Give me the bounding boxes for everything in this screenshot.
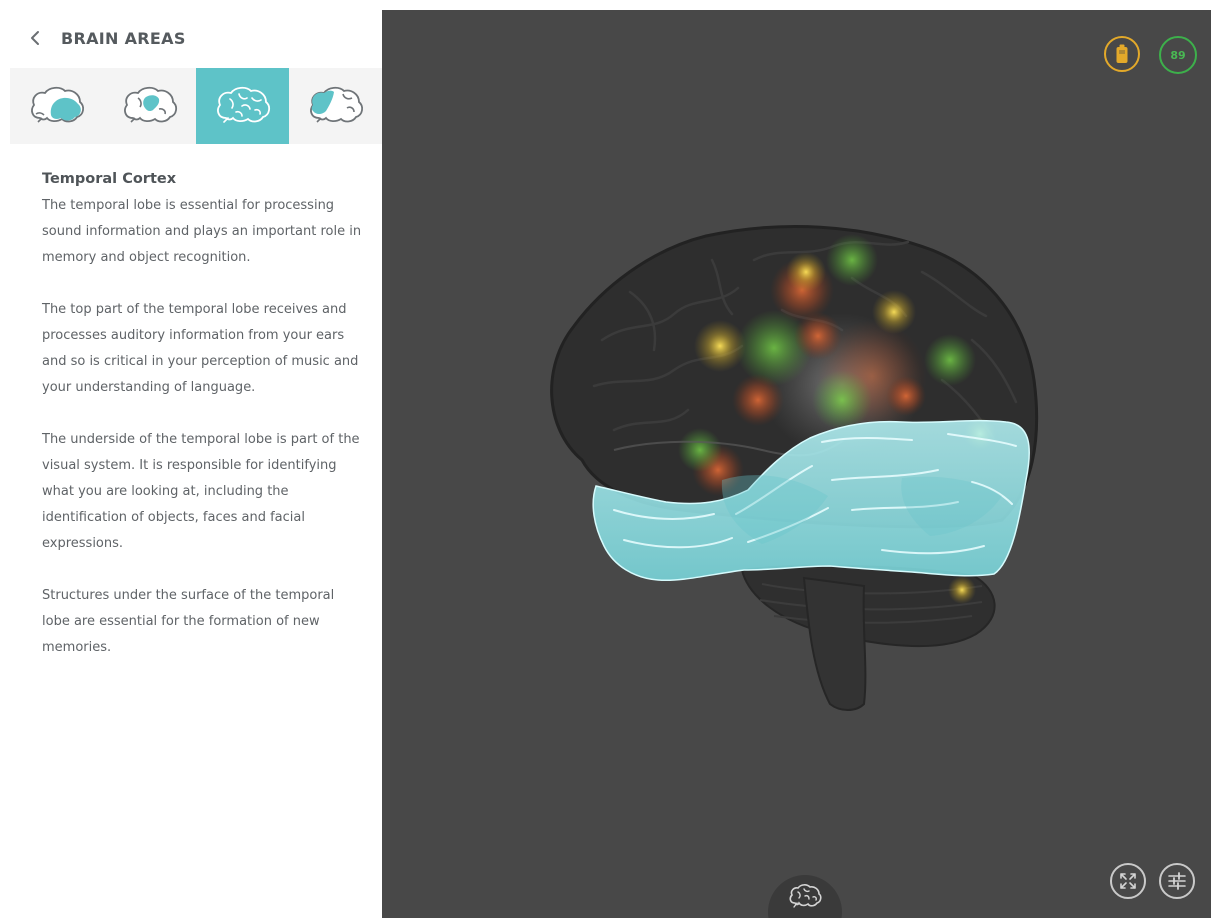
activity-spot [826, 234, 878, 286]
battery-status-button[interactable] [1104, 36, 1140, 72]
activity-spot [948, 576, 976, 604]
activity-spot [886, 376, 926, 416]
panel-header: BRAIN AREAS [0, 0, 382, 68]
tab-frontal-region[interactable] [289, 68, 382, 144]
description-paragraph: The temporal lobe is essential for proce… [42, 198, 362, 265]
activity-spot [812, 370, 872, 430]
brain-parietal-region-icon [123, 86, 177, 123]
chevron-left-icon [31, 31, 39, 45]
activity-spot [924, 334, 976, 386]
description-paragraph: The underside of the temporal lobe is pa… [42, 432, 360, 551]
tab-whole-brain[interactable] [196, 68, 289, 144]
tab-temporal-region[interactable] [10, 68, 103, 144]
sliders-icon [1168, 872, 1186, 890]
activity-spot [678, 428, 722, 472]
fullscreen-button[interactable] [1110, 863, 1146, 899]
back-button[interactable] [26, 27, 46, 49]
view-settings-button[interactable] [1159, 863, 1195, 899]
activity-spot [786, 252, 826, 292]
page-title: BRAIN AREAS [61, 29, 186, 48]
brain-region-tabs [10, 68, 382, 144]
brain-3d-viewer[interactable]: 89 [382, 10, 1211, 918]
brain-frontal-region-icon [309, 86, 363, 123]
activity-spot [872, 290, 916, 334]
activity-spot [794, 312, 842, 360]
activity-spot [732, 374, 784, 426]
description-paragraph: The top part of the temporal lobe receiv… [42, 302, 359, 395]
description-paragraph: Structures under the surface of the temp… [42, 588, 335, 655]
tab-parietal-region[interactable] [103, 68, 196, 144]
brain-outline-icon [216, 86, 270, 123]
area-description: Temporal Cortex The temporal lobe is ess… [42, 166, 362, 687]
brain-temporal-region-icon [30, 86, 84, 123]
brain-model[interactable] [382, 10, 1211, 918]
signal-score-badge[interactable]: 89 [1159, 36, 1197, 74]
brain-stem [802, 576, 867, 711]
area-title: Temporal Cortex [42, 171, 177, 187]
brain-areas-panel: BRAIN AREAS Temporal Cortex The temporal… [0, 0, 382, 918]
brain-icon [789, 884, 822, 908]
battery-icon [1116, 44, 1128, 63]
expand-icon [1120, 873, 1136, 889]
